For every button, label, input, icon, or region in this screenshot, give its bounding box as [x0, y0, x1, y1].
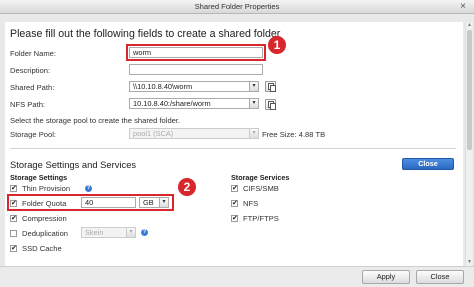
vertical-scrollbar[interactable]: ▲ ▼ — [465, 22, 472, 266]
storage-services-title: Storage Services — [231, 173, 290, 182]
folder-name-label: Folder Name: — [10, 49, 57, 58]
nfs-path-value: 10.10.8.40:/share/worm — [133, 99, 211, 108]
deduplication-label: Deduplication — [22, 229, 69, 238]
thin-provision-label: Thin Provision — [22, 184, 71, 193]
description-label: Description: — [10, 66, 51, 75]
storage-pool-label: Storage Pool: — [10, 130, 57, 139]
ssd-cache-checkbox[interactable]: ✔ — [10, 245, 17, 252]
nfs-checkbox[interactable]: ✔ — [231, 200, 238, 207]
storage-pool-select: pool1 (SCA) ▾ — [129, 128, 259, 139]
compression-checkbox[interactable]: ✔ — [10, 215, 17, 222]
nfs-path-label: NFS Path: — [10, 100, 46, 109]
chevron-down-icon: ▾ — [249, 82, 258, 91]
ftp-label: FTP/FTPS — [243, 214, 279, 223]
step-badge-1: 1 — [268, 36, 286, 54]
copy-shared-path-icon[interactable] — [265, 81, 276, 92]
window-titlebar: Shared Folder Properties × — [0, 0, 474, 14]
highlight-box-folder-name — [126, 44, 266, 61]
cifs-label: CIFS/SMB — [243, 184, 279, 193]
close-button[interactable]: Close — [416, 270, 464, 284]
chevron-down-icon: ▾ — [249, 99, 258, 108]
cifs-checkbox[interactable]: ✔ — [231, 185, 238, 192]
chevron-down-icon: ▾ — [126, 228, 135, 237]
chevron-down-icon: ▾ — [249, 129, 258, 138]
copy-nfs-path-icon[interactable] — [265, 99, 276, 110]
deduplication-select: Skein ▾ — [81, 227, 136, 238]
nfs-path-select[interactable]: 10.10.8.40:/share/worm ▾ — [129, 98, 259, 109]
step-badge-2: 2 — [178, 178, 196, 196]
form-heading: Please fill out the following fields to … — [10, 28, 281, 40]
deduplication-value: Skein — [85, 228, 104, 237]
help-icon[interactable]: ? — [85, 185, 92, 192]
shared-path-value: \\10.10.8.40\worm — [133, 82, 193, 91]
storage-pool-note: Select the storage pool to create the sh… — [10, 116, 181, 125]
description-input[interactable] — [129, 64, 263, 75]
storage-pool-value: pool1 (SCA) — [133, 129, 174, 138]
free-size-text: Free Size: 4.88 TB — [262, 130, 326, 139]
window-close-icon[interactable]: × — [460, 0, 466, 14]
shared-path-select[interactable]: \\10.10.8.40\worm ▾ — [129, 81, 259, 92]
deduplication-checkbox[interactable] — [10, 230, 17, 237]
dialog-content: Please fill out the following fields to … — [5, 22, 463, 266]
compression-label: Compression — [22, 214, 67, 223]
apply-button[interactable]: Apply — [362, 270, 410, 284]
ssd-cache-label: SSD Cache — [22, 244, 62, 253]
scroll-up-icon[interactable]: ▲ — [466, 22, 473, 29]
window-title: Shared Folder Properties — [194, 2, 280, 11]
dialog-footer: Apply Close — [0, 266, 474, 287]
settings-close-button[interactable]: Close — [402, 158, 454, 170]
section-divider — [10, 148, 456, 149]
highlight-box-folder-quota — [7, 194, 174, 211]
shared-path-label: Shared Path: — [10, 83, 55, 92]
help-icon[interactable]: ? — [141, 229, 148, 236]
storage-settings-title: Storage Settings — [10, 173, 68, 182]
ftp-checkbox[interactable]: ✔ — [231, 215, 238, 222]
nfs-label: NFS — [243, 199, 259, 208]
scroll-down-icon[interactable]: ▼ — [466, 259, 473, 266]
settings-heading: Storage Settings and Services — [10, 159, 137, 170]
thin-provision-checkbox[interactable]: ✔ — [10, 185, 17, 192]
scrollbar-thumb[interactable] — [467, 30, 472, 150]
